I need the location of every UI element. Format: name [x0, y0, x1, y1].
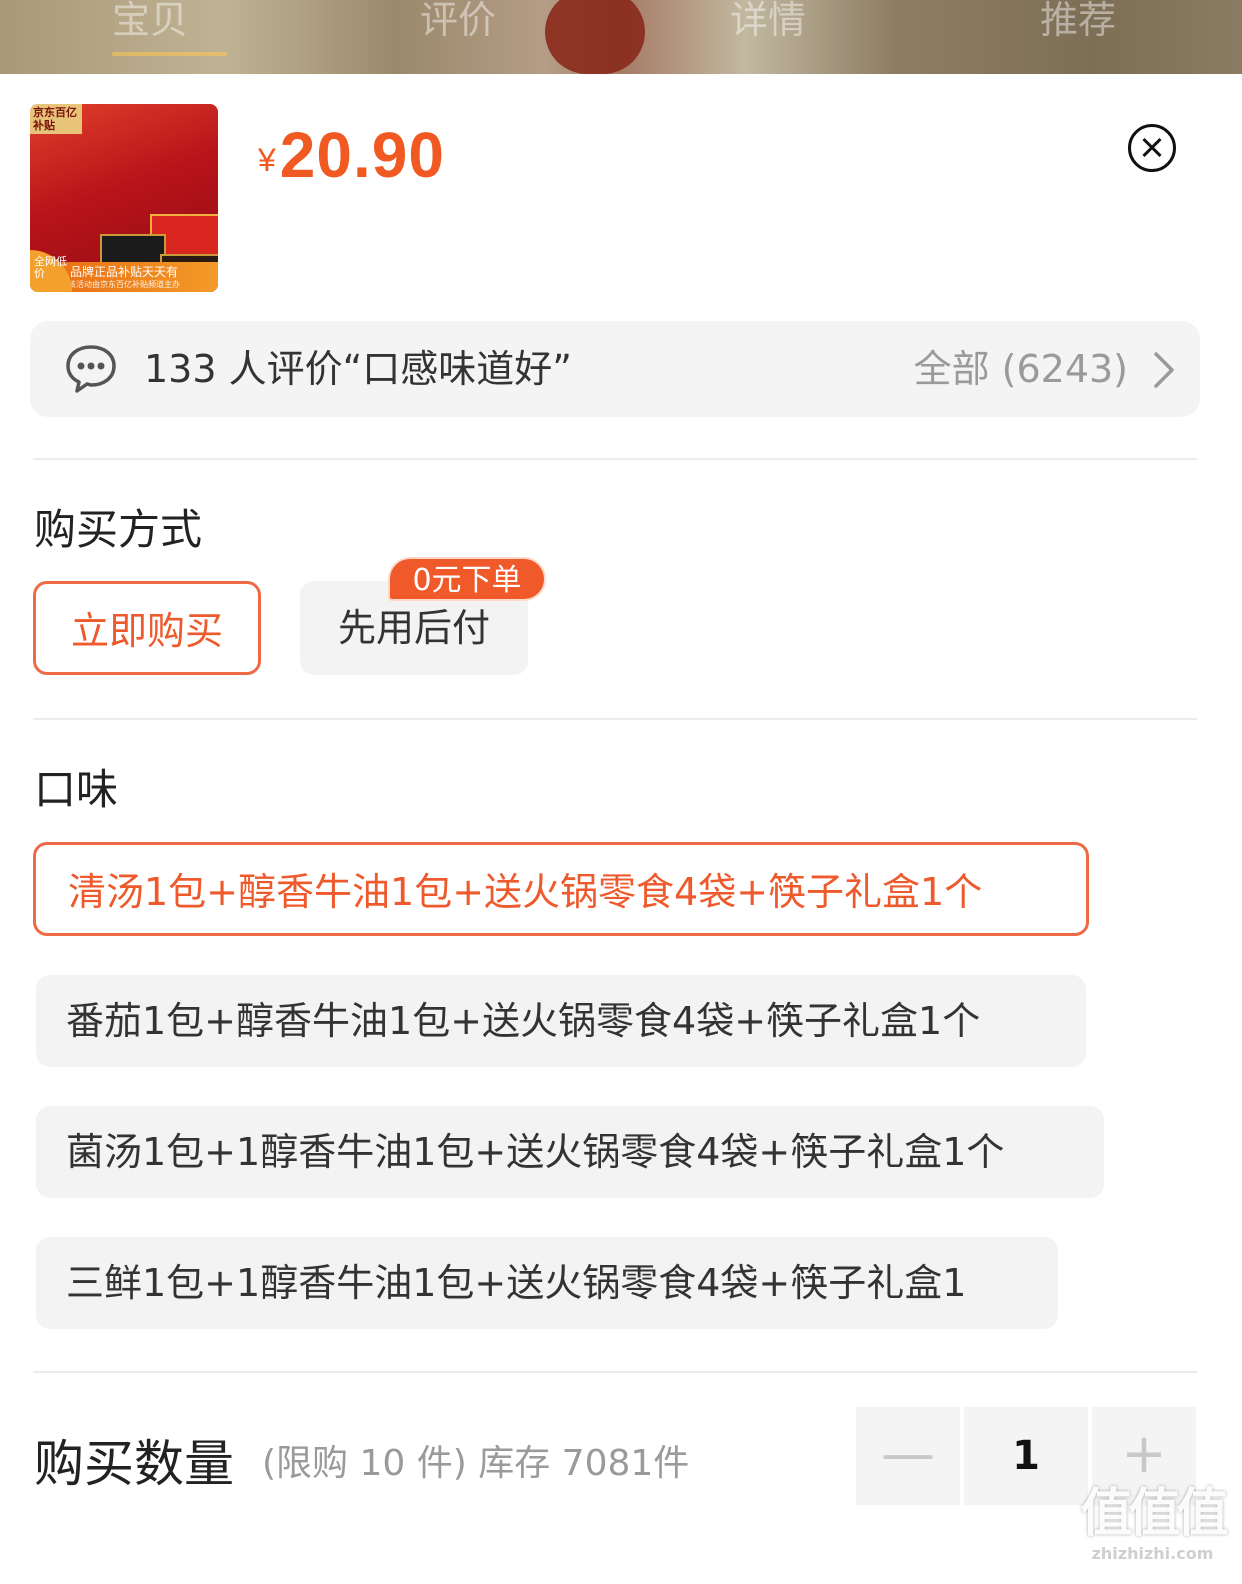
quantity-decrease-button[interactable]: — [856, 1407, 960, 1505]
watermark-logo: 值值值 [1080, 1484, 1228, 1544]
divider [33, 1371, 1197, 1373]
divider [33, 458, 1197, 460]
flavor-option-tomato[interactable]: 番茄1包+醇香牛油1包+送火锅零食4袋+筷子礼盒1个 [36, 975, 1086, 1067]
subsidy-tag: 京东百亿补贴 [30, 104, 82, 134]
tab-reviews[interactable]: 评价 [420, 0, 496, 60]
flavor-title: 口味 [34, 765, 119, 814]
top-tab-bar: 宝贝 评价 详情 推荐 [0, 0, 1242, 74]
tab-details[interactable]: 详情 [730, 0, 806, 60]
quantity-value[interactable]: 1 [964, 1407, 1088, 1505]
flavor-option-mushroom[interactable]: 菌汤1包+1醇香牛油1包+送火锅零食4袋+筷子礼盒1个 [36, 1106, 1104, 1198]
currency-symbol: ¥ [258, 142, 276, 178]
price: ¥20.90 [258, 118, 445, 192]
header-background-image [545, 0, 645, 74]
tab-recommend[interactable]: 推荐 [1040, 0, 1116, 60]
flavor-option-three-fresh[interactable]: 三鲜1包+1醇香牛油1包+送火锅零食4袋+筷子礼盒1 [36, 1237, 1058, 1329]
quantity-limit-stock: (限购 10 件) 库存 7081件 [262, 1443, 690, 1484]
zero-yuan-badge: 0元下单 [388, 557, 546, 601]
price-value: 20.90 [279, 119, 445, 191]
quantity-title: 购买数量 [34, 1435, 234, 1493]
all-reviews-link[interactable]: 全部 (6243) [914, 321, 1128, 417]
flavor-option-clear-soup[interactable]: 清汤1包+醇香牛油1包+送火锅零食4袋+筷子礼盒1个 [33, 842, 1089, 936]
site-watermark: 值值值 zhizhizhi.com [1080, 1484, 1228, 1574]
watermark-url: zhizhizhi.com [1091, 1544, 1214, 1563]
divider [33, 718, 1197, 720]
active-tab-indicator [112, 52, 227, 56]
comment-icon [66, 345, 116, 393]
lowest-price-corner: 全网低价 [30, 250, 72, 292]
chevron-right-icon [1154, 352, 1174, 388]
review-summary-bar[interactable]: 133 人评价“口感味道好” 全部 (6243) [30, 321, 1200, 417]
purchase-method-title: 购买方式 [34, 505, 203, 554]
tab-baobei[interactable]: 宝贝 [112, 0, 188, 60]
close-icon[interactable] [1128, 124, 1176, 172]
product-thumbnail[interactable]: 京东百亿补贴 品牌正品补贴天天有 该活动由京东百亿补贴频道主办 全网低价 [30, 104, 218, 292]
option-buy-now[interactable]: 立即购买 [33, 581, 261, 675]
review-highlight: 133 人评价“口感味道好” [144, 347, 572, 391]
